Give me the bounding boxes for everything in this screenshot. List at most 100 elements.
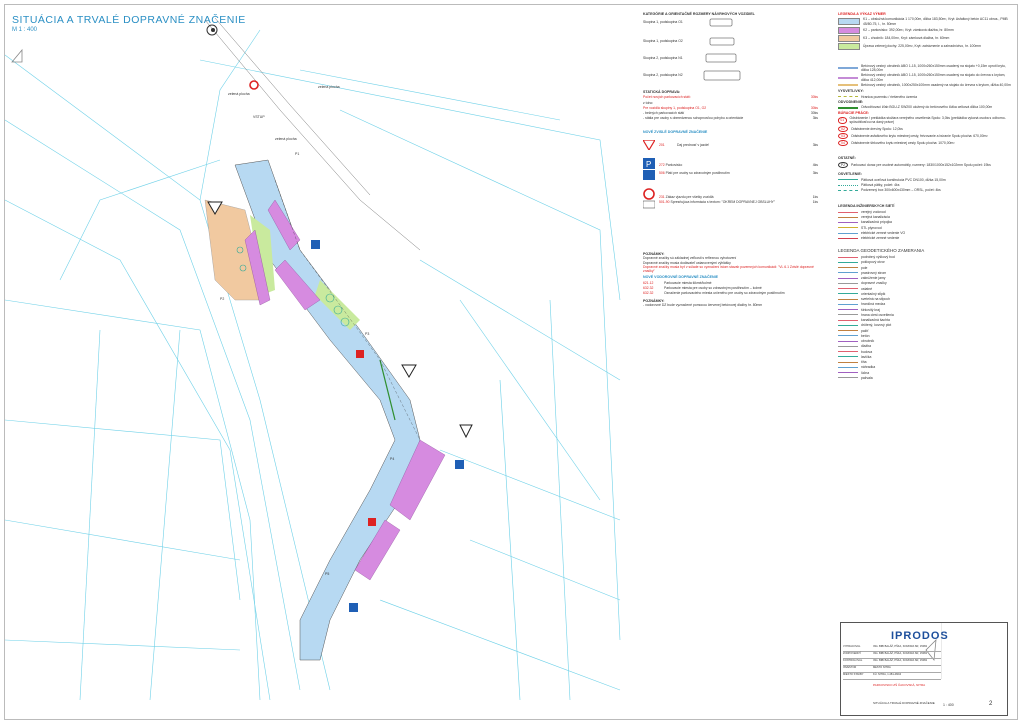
geo-legend-item: pole bbox=[838, 266, 1013, 270]
geo-legend-item: poklopový otvor bbox=[838, 260, 1013, 264]
legend-text: kanalizačná šachta bbox=[861, 318, 890, 323]
legend-line bbox=[838, 351, 858, 353]
legend-line bbox=[838, 106, 858, 109]
red-marker-icon bbox=[368, 518, 376, 526]
geo-legend-item: drôtený, kovový plot bbox=[838, 323, 1013, 327]
legend-line bbox=[838, 372, 858, 374]
legend-line bbox=[838, 377, 858, 379]
geo-legend-item: hrana ciest osvetlenia bbox=[838, 313, 1013, 317]
legend-text: hrana ciest osvetlenia bbox=[861, 312, 894, 317]
legend-text: podrobný výškový bod bbox=[861, 255, 895, 260]
legend-line bbox=[838, 184, 858, 186]
legend-heading: LEGENDA A VÝKAZ VÝMER bbox=[838, 12, 886, 16]
legend-text: STL plynovod bbox=[861, 225, 882, 230]
map-label: VSTUP bbox=[253, 115, 265, 119]
legend-swatch bbox=[838, 26, 860, 34]
give-way-sign-icon bbox=[401, 364, 417, 378]
legend-text: Odstránenie asfaltového krytu miestnej c… bbox=[851, 133, 988, 138]
tb-value: KÚ. NITRA, 1.481-482/4 bbox=[873, 673, 902, 676]
legend-text: Hranica pozemku / riešeného územia bbox=[861, 94, 917, 99]
legend-text: orientačný stĺpik bbox=[861, 291, 886, 296]
geo-legend-item: náhradka bbox=[838, 365, 1013, 369]
legend-text: budova bbox=[861, 349, 873, 354]
geo-legend-item: štrkovitý kraj bbox=[838, 308, 1013, 312]
static-heading: STATICKÁ DOPRAVA: bbox=[643, 90, 681, 94]
drawing-name: SITUÁCIA A TRVALÉ DOPRAVNÉ ZNAČENIE bbox=[873, 701, 935, 705]
map-label: P3 bbox=[365, 332, 369, 336]
legend-text: verejná kanalizácia bbox=[861, 215, 890, 220]
red-marker-icon bbox=[356, 350, 364, 358]
net-heading: LEGENDA INŽINIERSKYCH SIETÍ bbox=[838, 204, 895, 209]
geo-legend-item: betón bbox=[838, 334, 1013, 338]
legend-line bbox=[838, 335, 858, 337]
legend-text: Odstránenie / prekládka stožiara verejné… bbox=[849, 116, 1006, 125]
legend-text: betón bbox=[861, 333, 870, 338]
existing-objects bbox=[206, 24, 259, 90]
legend-text: tiňa bbox=[861, 360, 867, 365]
static-row-text: - státia pre osoby s obmedzenou schopnos… bbox=[643, 116, 744, 121]
geo-legend-item: podrobný výškový bod bbox=[838, 255, 1013, 259]
map-label: zelená plocha bbox=[228, 92, 250, 96]
geo-legend-item: dlažba bbox=[838, 344, 1013, 348]
static-row-text: - bežných parkovacích státí bbox=[643, 111, 685, 116]
geo-legend-item: lúčna bbox=[838, 371, 1013, 375]
map-label: zelená plocha bbox=[275, 137, 297, 141]
geo-legend-item: zakrúženie jamy bbox=[838, 276, 1013, 280]
legend-text: elektrické zemné vedenie bbox=[861, 236, 900, 241]
legend-line bbox=[838, 189, 858, 191]
legend-text: Parkovací doraz pre osobné automobily, r… bbox=[851, 162, 991, 167]
category-item: Skupina 1, podskupina O2 bbox=[643, 39, 683, 43]
legend-text: svetelná na stĺpoch bbox=[861, 297, 891, 302]
legend-text: verejný vodovod bbox=[861, 209, 886, 214]
legend-text: ostatné bbox=[861, 286, 873, 291]
tb-value: ING. BIBI BALÁŽ, PŠKA, KOMORA SR, 15082 bbox=[873, 652, 928, 655]
legend-line bbox=[838, 261, 858, 263]
static-row-value: 3ks bbox=[812, 116, 818, 121]
legend-line bbox=[838, 216, 858, 218]
legend-swatch bbox=[838, 18, 860, 26]
legend-line bbox=[838, 298, 858, 300]
static-row-text: Pre vozidlá skupiny 1, podskupina O1, O2 bbox=[643, 105, 707, 110]
horizontal-code: 632.32 bbox=[643, 286, 654, 291]
legend-text: Betónový cestný obrubník ABO 1-15, 1000x… bbox=[861, 73, 1006, 82]
legend-text: lúčna bbox=[861, 370, 870, 375]
vysv-heading: VYSVETLIVKY: bbox=[838, 89, 864, 94]
demolition-code: 03 bbox=[838, 132, 848, 140]
legend-text: Betónový cestný obrubník ABO 1-15, 1000x… bbox=[861, 63, 1006, 73]
tb-key: INVESTOR bbox=[843, 666, 857, 669]
parking-sign-icon: P bbox=[643, 158, 655, 181]
sign-text: Spresňujúca informácia s textom: "OKREM … bbox=[670, 199, 775, 204]
demolition-code: 04 bbox=[838, 140, 848, 147]
geo-legend-item: kanalizačná šachta bbox=[838, 318, 1013, 322]
sign-count: 3ks bbox=[812, 143, 818, 148]
legend-line bbox=[838, 303, 858, 305]
category-item: Skupina 2, podskupina N1 bbox=[643, 56, 683, 60]
parking-sign-icon bbox=[349, 603, 358, 612]
geo-legend-item: pažvala bbox=[838, 376, 1013, 380]
static-row-text: z toho: bbox=[643, 100, 654, 105]
tb-value: ING. BIBI BALÁŽ, PŠKA, KOMORA SR, 15082 bbox=[873, 645, 928, 648]
legend-line bbox=[838, 309, 858, 311]
legend-line bbox=[838, 314, 858, 316]
geo-legend-item: prastrovný strom bbox=[838, 271, 1013, 275]
sign-code: 501-90 bbox=[659, 199, 670, 204]
legend-swatch bbox=[838, 34, 860, 42]
geo-legend-item: orientačný stĺpik bbox=[838, 292, 1013, 296]
legend-line bbox=[838, 237, 858, 239]
horizontal-text: Parkovacie miesta šikmé/kolmé bbox=[664, 280, 712, 285]
legend-text: K2 – parkovisko: 392,00m², Kryt: zámková… bbox=[863, 28, 954, 33]
legend-line bbox=[838, 84, 858, 87]
legend-line bbox=[838, 256, 858, 258]
tb-key: KONTROLOVAL bbox=[843, 659, 863, 662]
signs-heading: NOVÉ ZVISLÉ DOPRAVNÉ ZNAČENIE bbox=[643, 130, 708, 134]
horizontal-code: 632.32 bbox=[643, 291, 654, 296]
parking-sign-icon bbox=[311, 240, 320, 249]
sign-text: Daj prednosť v jazde! bbox=[677, 143, 710, 148]
sign-text: Parkovisko bbox=[665, 163, 683, 168]
osv-heading: OSVETLENIE: bbox=[838, 172, 862, 177]
other-code: P2 bbox=[838, 161, 848, 169]
legend-text: lavička bbox=[861, 354, 872, 359]
truck-icon bbox=[703, 70, 741, 81]
category-item: Skupina 1, podskupina O1 bbox=[643, 20, 683, 24]
sign-code: 506 bbox=[659, 171, 665, 176]
